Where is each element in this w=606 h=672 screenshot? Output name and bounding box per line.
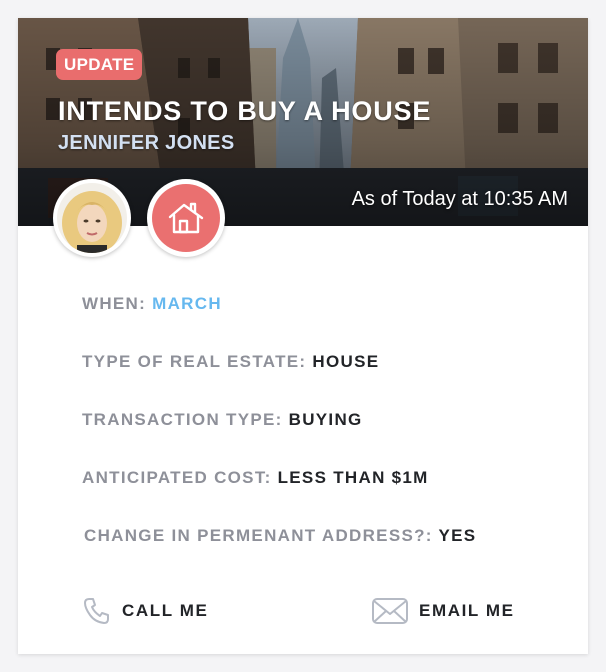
detail-row-address-change: CHANGE IN PERMENANT ADDRESS?: YES <box>84 526 476 546</box>
envelope-icon <box>372 598 408 624</box>
detail-label: ANTICIPATED COST: <box>82 468 272 487</box>
update-card: UPDATE INTENDS TO BUY A HOUSE JENNIFER J… <box>18 18 588 654</box>
call-me-label: CALL ME <box>122 601 209 620</box>
detail-value: YES <box>438 526 477 545</box>
phone-icon <box>84 598 109 624</box>
update-badge: UPDATE <box>56 49 143 80</box>
category-badge <box>147 179 225 257</box>
person-name: JENNIFER JONES <box>58 132 235 154</box>
avatar[interactable] <box>53 179 131 257</box>
detail-value: HOUSE <box>312 352 380 371</box>
timestamp: As of Today at 10:35 AM <box>351 188 568 210</box>
card-title: INTENDS TO BUY A HOUSE <box>58 96 432 126</box>
house-icon <box>168 202 204 234</box>
email-me-label: EMAIL ME <box>419 601 515 620</box>
person-avatar-icon <box>57 183 127 253</box>
detail-label: WHEN: <box>82 294 147 313</box>
detail-label: TRANSACTION TYPE: <box>82 410 283 429</box>
detail-value: BUYING <box>288 410 363 429</box>
detail-row-type: TYPE OF REAL ESTATE: HOUSE <box>82 352 379 372</box>
detail-label: TYPE OF REAL ESTATE: <box>82 352 307 371</box>
email-me-button[interactable]: EMAIL ME <box>371 592 515 630</box>
detail-row-when: WHEN: MARCH <box>82 294 222 314</box>
call-me-button[interactable]: CALL ME <box>82 592 208 630</box>
detail-value: LESS THAN $1M <box>277 468 429 487</box>
detail-value: MARCH <box>152 294 222 313</box>
detail-row-cost: ANTICIPATED COST: LESS THAN $1M <box>82 468 429 488</box>
detail-label: CHANGE IN PERMENANT ADDRESS?: <box>84 526 433 545</box>
detail-row-transaction: TRANSACTION TYPE: BUYING <box>82 410 363 430</box>
